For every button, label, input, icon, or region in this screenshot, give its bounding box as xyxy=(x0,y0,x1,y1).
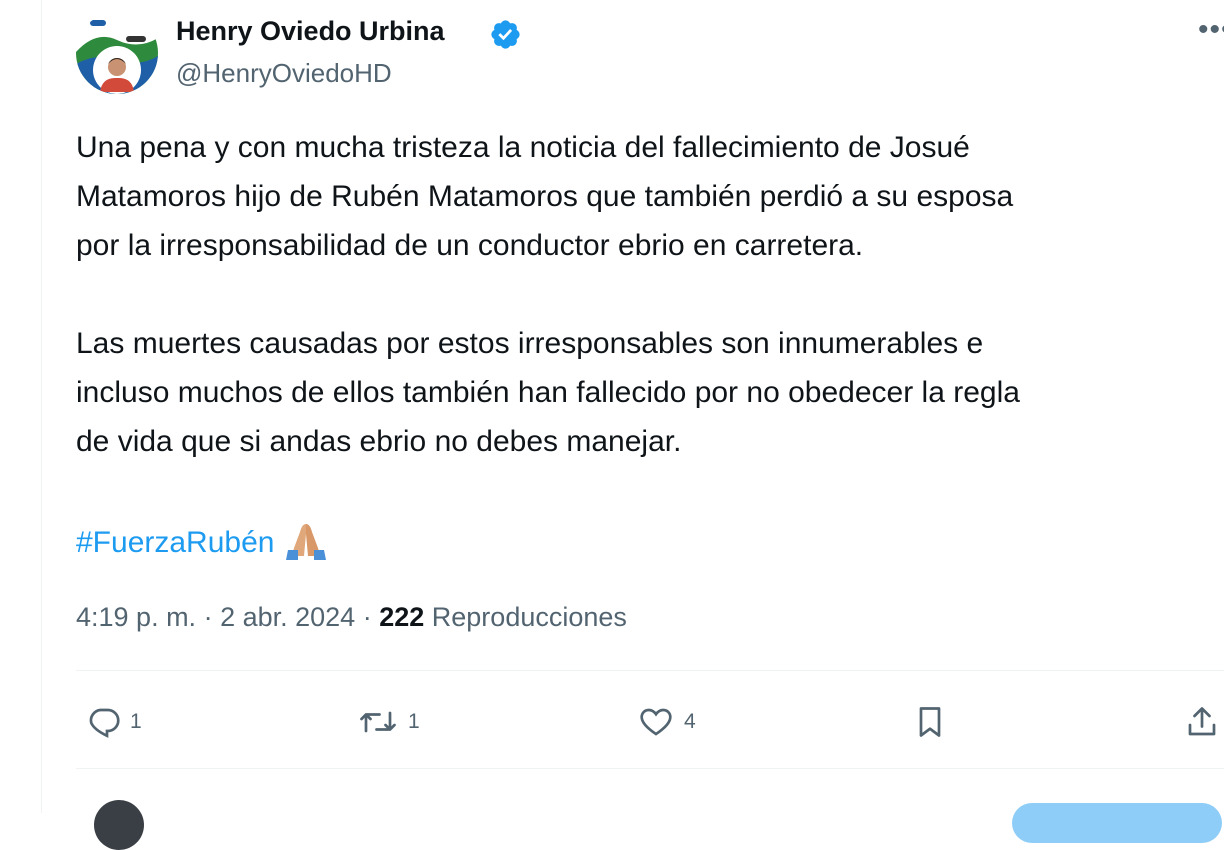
avatar[interactable] xyxy=(76,12,158,94)
tweet-meta: 4:19 p. m. · 2 abr. 2024 · 222 Reproducc… xyxy=(76,598,627,636)
divider xyxy=(76,670,1224,671)
bookmark-icon xyxy=(919,707,941,737)
reply-count: 1 xyxy=(130,710,142,733)
timeline-border xyxy=(41,0,42,813)
tweet-date[interactable]: 2 abr. 2024 xyxy=(220,602,355,632)
reply-avatar[interactable] xyxy=(94,800,144,850)
repost-icon xyxy=(360,711,396,733)
repost-count: 1 xyxy=(408,710,420,733)
share-button[interactable] xyxy=(1184,700,1220,744)
bookmark-button[interactable] xyxy=(912,700,948,744)
views-count: 222 xyxy=(379,602,425,632)
tweet-text: Una pena y con mucha tristeza la noticia… xyxy=(76,123,1216,515)
share-icon xyxy=(1188,707,1216,736)
verified-badge-icon xyxy=(489,18,522,51)
divider xyxy=(76,768,1224,769)
like-count: 4 xyxy=(684,710,696,733)
tweet-paragraph: Las muertes causadas por estos irrespons… xyxy=(76,319,1216,466)
tweet-line: Matamoros hijo de Rubén Matamoros que ta… xyxy=(76,180,1014,213)
like-button[interactable]: 4 xyxy=(636,700,696,744)
reply-submit-button[interactable] xyxy=(1012,803,1222,843)
meta-separator: · xyxy=(196,602,221,632)
folded-hands-emoji xyxy=(282,520,330,575)
reply-icon xyxy=(89,708,120,738)
tweet-line: por la irresponsabilidad de un conductor… xyxy=(76,229,864,262)
tweet-line: de vida que si andas ebrio no debes mane… xyxy=(76,425,682,458)
avatar-image xyxy=(76,12,158,94)
tweet-line: Las muertes causadas por estos irrespons… xyxy=(76,327,984,360)
meta-separator: · xyxy=(355,602,380,632)
hashtag-line: #FuerzaRubén xyxy=(76,518,330,567)
author-display-name[interactable]: Henry Oviedo Urbina xyxy=(176,14,445,48)
views-label: Reproducciones xyxy=(431,602,627,632)
hashtag-link[interactable]: #FuerzaRubén xyxy=(76,526,274,559)
like-icon xyxy=(640,708,672,736)
author-handle[interactable]: @HenryOviedoHD xyxy=(176,56,392,90)
tweet-time[interactable]: 4:19 p. m. xyxy=(76,602,196,632)
reply-button[interactable]: 1 xyxy=(86,700,142,744)
tweet-line: incluso muchos de ellos también han fall… xyxy=(76,376,1020,409)
tweet-line: Una pena y con mucha tristeza la noticia… xyxy=(76,131,970,164)
tweet-paragraph: Una pena y con mucha tristeza la noticia… xyxy=(76,123,1216,270)
more-icon[interactable]: ••• xyxy=(1198,18,1224,48)
repost-button[interactable]: 1 xyxy=(356,700,420,744)
